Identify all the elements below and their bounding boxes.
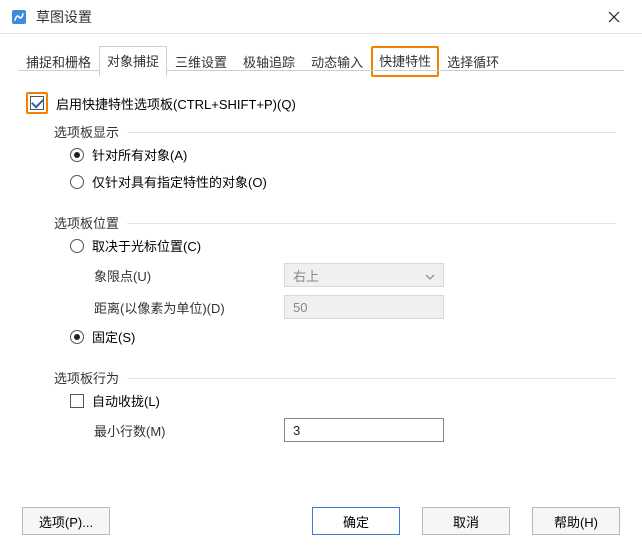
- min-rows-input[interactable]: 3: [284, 418, 444, 442]
- radio-specific-objects-label: 仅针对具有指定特性的对象(O): [92, 172, 267, 191]
- tab-quick-properties[interactable]: 快捷特性: [371, 46, 439, 77]
- cancel-button[interactable]: 取消: [422, 507, 510, 535]
- distance-input: 50: [284, 295, 444, 319]
- close-icon: [608, 11, 620, 23]
- radio-cursor-position[interactable]: [70, 239, 84, 253]
- auto-collapse-checkbox[interactable]: [70, 394, 84, 408]
- tab-dynamic-input[interactable]: 动态输入: [303, 47, 371, 77]
- quadrant-select: 右上: [284, 263, 444, 287]
- enable-quick-properties-checkbox[interactable]: [30, 96, 44, 110]
- tab-3d-settings[interactable]: 三维设置: [167, 47, 235, 77]
- group-position-title: 选项板位置: [54, 216, 127, 231]
- options-button[interactable]: 选项(P)...: [22, 507, 110, 535]
- app-icon: [10, 8, 28, 26]
- distance-label: 距离(以像素为单位)(D): [94, 298, 284, 317]
- enable-quick-properties-label: 启用快捷特性选项板(CTRL+SHIFT+P)(Q): [56, 94, 296, 113]
- radio-all-objects[interactable]: [70, 148, 84, 162]
- radio-cursor-position-label: 取决于光标位置(C): [92, 236, 201, 255]
- tab-snap-grid[interactable]: 捕捉和栅格: [18, 47, 99, 77]
- group-display-title: 选项板显示: [54, 125, 127, 140]
- enable-quick-properties-highlight: [26, 92, 48, 114]
- group-behavior-title: 选项板行为: [54, 371, 127, 386]
- radio-fixed-position-label: 固定(S): [92, 327, 135, 346]
- window-title: 草图设置: [36, 7, 596, 27]
- chevron-down-icon: [425, 270, 435, 280]
- auto-collapse-label: 自动收拢(L): [92, 391, 160, 410]
- help-button[interactable]: 帮助(H): [532, 507, 620, 535]
- tab-selection-cycling[interactable]: 选择循环: [439, 47, 507, 77]
- quadrant-label: 象限点(U): [94, 266, 284, 285]
- close-button[interactable]: [596, 3, 632, 31]
- tab-polar-tracking[interactable]: 极轴追踪: [235, 47, 303, 77]
- radio-all-objects-label: 针对所有对象(A): [92, 145, 187, 164]
- ok-button[interactable]: 确定: [312, 507, 400, 535]
- min-rows-label: 最小行数(M): [94, 421, 284, 440]
- radio-fixed-position[interactable]: [70, 330, 84, 344]
- radio-specific-objects[interactable]: [70, 175, 84, 189]
- quadrant-select-value: 右上: [293, 266, 319, 285]
- tab-object-snap[interactable]: 对象捕捉: [99, 46, 167, 77]
